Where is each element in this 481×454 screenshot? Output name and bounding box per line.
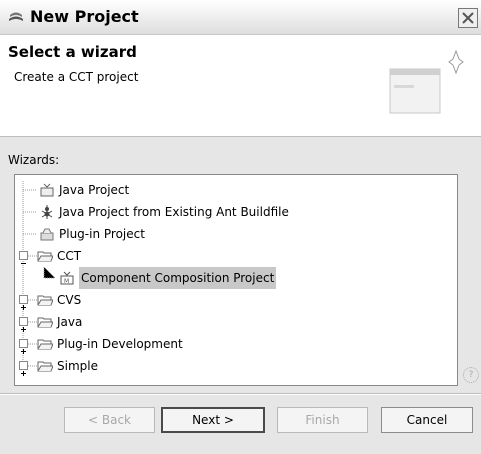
wizard-header: Select a wizard Create a CCT project — [0, 35, 481, 137]
finish-button[interactable]: Finish — [277, 407, 368, 433]
cct-project-icon: M — [60, 271, 74, 285]
title-bar: New Project — [0, 0, 481, 35]
folder-icon — [37, 339, 53, 350]
expand-toggle[interactable] — [19, 317, 28, 332]
help-icon[interactable]: ? — [463, 367, 479, 383]
svg-text:M: M — [64, 278, 69, 285]
tree-item-java-ant-project[interactable]: Java Project from Existing Ant Buildfile — [15, 201, 455, 223]
next-button[interactable]: Next > — [161, 407, 265, 433]
wizard-tree[interactable]: Java Project Java Project from Existing … — [14, 174, 458, 386]
tree-item-java[interactable]: Java — [15, 311, 455, 333]
plugin-project-icon — [40, 228, 54, 241]
collapse-toggle[interactable] — [19, 251, 28, 264]
wizard-banner-icon — [389, 49, 464, 114]
cancel-button[interactable]: Cancel — [381, 407, 473, 433]
folder-icon — [37, 361, 53, 372]
window-title: New Project — [30, 7, 139, 26]
close-icon — [462, 12, 474, 24]
tree-item-plugin-project[interactable]: Plug-in Project — [15, 223, 455, 245]
button-separator — [0, 393, 481, 395]
tree-item-plugin-development[interactable]: Plug-in Development — [15, 333, 455, 355]
ant-icon — [41, 205, 53, 219]
tree-item-component-composition-project[interactable]: M Component Composition Project — [15, 267, 455, 289]
new-wizard-icon — [9, 12, 23, 21]
new-project-dialog: New Project Select a wizard Create a CCT… — [0, 0, 481, 454]
expand-toggle[interactable] — [19, 295, 28, 310]
back-button[interactable]: < Back — [64, 407, 155, 433]
tree-item-java-project[interactable]: Java Project — [15, 179, 455, 201]
folder-open-icon — [37, 251, 53, 262]
folder-icon — [37, 317, 53, 328]
folder-icon — [37, 295, 53, 306]
wizards-label: Wizards: — [8, 153, 60, 167]
expand-toggle[interactable] — [19, 361, 28, 376]
tree-item-cct[interactable]: CCT — [15, 245, 455, 267]
close-button[interactable] — [458, 8, 478, 28]
tree-item-simple[interactable]: Simple — [15, 355, 455, 377]
expand-toggle[interactable] — [19, 339, 28, 354]
wizard-title: Select a wizard — [8, 43, 137, 61]
tree-item-cvs[interactable]: CVS — [15, 289, 455, 311]
wizard-description: Create a CCT project — [14, 70, 139, 84]
java-project-icon — [40, 183, 54, 197]
